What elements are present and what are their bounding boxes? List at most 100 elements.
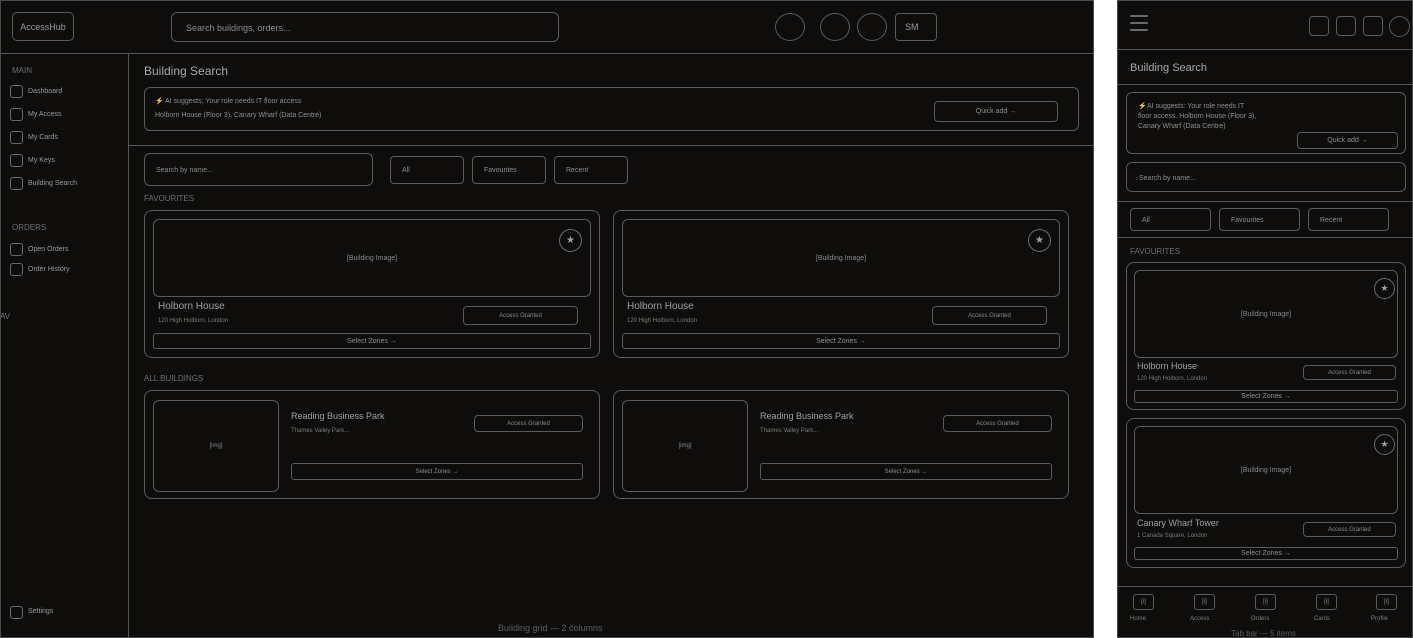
star-icon[interactable]: ★ [1374,434,1395,455]
building-image-label: [Building Image] [815,254,867,262]
select-zones-button[interactable]: Select Zones → [1134,547,1398,560]
select-zones-button[interactable]: Select Zones → [622,333,1060,349]
ai-bolt-icon: ⚡ [1138,103,1147,110]
order-history-icon [10,263,23,276]
favourite-card[interactable]: [Building Image] ★ Holborn House 120 Hig… [144,210,600,358]
building-address: 120 High Holborn, London [1137,376,1208,382]
building-image: [Building Image] [1134,270,1398,358]
sidebar-item-order-history[interactable]: Order History [28,266,70,273]
mobile-frame: Building Search ⚡ AI suggests: Your role… [1117,0,1413,638]
filter-chip-all[interactable]: All [1130,208,1211,231]
avatar[interactable]: SM [895,13,937,41]
tab-profile[interactable]: [i] Profile [1370,593,1412,625]
building-name: Holborn House [158,301,225,312]
building-search-icon [10,177,23,190]
favourite-card[interactable]: [Building Image] ★ Canary Wharf Tower 1 … [1126,418,1406,568]
sidebar-divider [128,53,129,637]
avatar[interactable] [1389,16,1410,37]
building-card[interactable]: [img] Reading Business Park Thames Valle… [613,390,1069,499]
tab-cards[interactable]: [i] Cards [1310,593,1354,625]
ai-suggestion-line-1: AI suggests: Your role needs IT [1147,103,1245,110]
access-status-badge: Access Granted [1303,522,1396,537]
quick-add-label: Quick add → [975,108,1017,115]
layout-note: Building grid — 2 columns [498,623,603,633]
help-icon[interactable] [1363,16,1383,36]
mobile-page-title: Building Search [1130,62,1208,74]
ai-suggestion-line-2: Holborn House (Floor 3), Canary Wharf (D… [155,112,322,119]
logo[interactable]: AccessHub [12,12,74,41]
tab-access[interactable]: [i] Access [1188,593,1232,625]
quick-add-button[interactable]: Quick add → [934,101,1058,122]
sidebar-item-building-search[interactable]: Building Search [28,180,77,187]
quick-add-button[interactable]: Quick add → [1297,132,1398,149]
building-image: [Building Image] [622,219,1060,297]
star-icon[interactable]: ★ [559,229,582,252]
tab-home[interactable]: [i] Home [1126,593,1170,625]
filter-chip-all[interactable]: All [390,156,464,184]
search-icon[interactable] [1309,16,1329,36]
access-status-badge: Access Granted [474,415,583,432]
mobile-header-divider [1118,49,1412,50]
favourite-card[interactable]: [Building Image] ★ Holborn House 120 Hig… [1126,262,1406,410]
hamburger-menu-icon[interactable] [1130,14,1150,34]
favourites-header: FAVOURITES [144,194,195,203]
mobile-search-divider [1118,201,1412,202]
sidebar-item-open-orders[interactable]: Open Orders [28,246,68,253]
building-name: Reading Business Park [291,411,385,421]
sidebar-item-my-cards[interactable]: My Cards [28,134,58,141]
name-search-input[interactable]: Search by name... [144,153,373,186]
name-search-input[interactable]: Search by name... [1126,162,1406,192]
apps-icon[interactable] [857,13,887,41]
filter-chip-all-label: All [402,167,410,174]
access-status-badge: Access Granted [932,306,1047,325]
building-thumbnail: [img] [622,400,748,492]
sidebar-item-settings[interactable]: Settings [28,608,53,615]
building-address: 120 High Holborn, London [627,318,698,324]
global-search-input[interactable]: Search buildings, orders... [171,12,559,42]
ai-suggestion-banner: ⚡ AI suggests: Your role needs IT floor … [1126,92,1406,154]
select-zones-button[interactable]: Select Zones → [1134,390,1398,403]
star-icon[interactable]: ★ [1028,229,1051,252]
filter-chip-favourites[interactable]: Favourites [1219,208,1300,231]
building-thumbnail: [img] [153,400,279,492]
ai-suggestion-line-3: Canary Wharf (Data Centre) [1138,123,1226,130]
sidebar-item-my-keys[interactable]: My Keys [28,157,55,164]
name-search-placeholder: Search by name... [156,167,213,174]
open-orders-icon [10,243,23,256]
settings-icon [10,606,23,619]
building-image: [Building Image] [153,219,591,297]
sidebar-item-dashboard[interactable]: Dashboard [28,88,62,95]
access-icon: [i] [1194,594,1215,610]
building-address: 1 Canada Square, London [1137,533,1208,539]
ai-suggestion-line-2: floor access. Holborn House (Floor 3), [1138,113,1257,120]
sidebar-nav-label: AV [0,312,11,321]
tab-orders[interactable]: [i] Orders [1249,593,1293,625]
building-card[interactable]: [img] Reading Business Park Thames Valle… [144,390,600,499]
filter-chip-recent[interactable]: Recent [554,156,628,184]
avatar-initials: SM [905,22,919,32]
banner-divider [129,145,1093,146]
my-keys-icon [10,154,23,167]
building-address: Thames Valley Park... [291,428,350,434]
filter-chip-favourites[interactable]: Favourites [472,156,546,184]
help-icon[interactable] [820,13,850,41]
ai-bolt-icon: ⚡ [155,98,164,105]
tabbar-divider [1118,586,1412,587]
sidebar-item-my-access[interactable]: My Access [28,111,61,118]
notification-icon[interactable] [775,13,805,41]
select-zones-button[interactable]: Select Zones → [153,333,591,349]
ai-suggestion-banner: ⚡ AI suggests: Your role needs IT floor … [144,87,1079,131]
select-zones-button[interactable]: Select Zones → [760,463,1052,480]
filter-chip-recent-label: Recent [566,167,589,174]
notification-icon[interactable] [1336,16,1356,36]
orders-icon: [i] [1255,594,1276,610]
select-zones-button[interactable]: Select Zones → [291,463,583,480]
filter-chip-recent[interactable]: Recent [1308,208,1389,231]
favourite-card[interactable]: [Building Image] ★ Holborn House 120 Hig… [613,210,1069,358]
profile-icon: [i] [1376,594,1397,610]
my-access-icon [10,108,23,121]
building-image-label: [Building Image] [346,254,398,262]
mobile-title-divider [1118,84,1412,85]
building-image: [Building Image] [1134,426,1398,514]
star-icon[interactable]: ★ [1374,278,1395,299]
